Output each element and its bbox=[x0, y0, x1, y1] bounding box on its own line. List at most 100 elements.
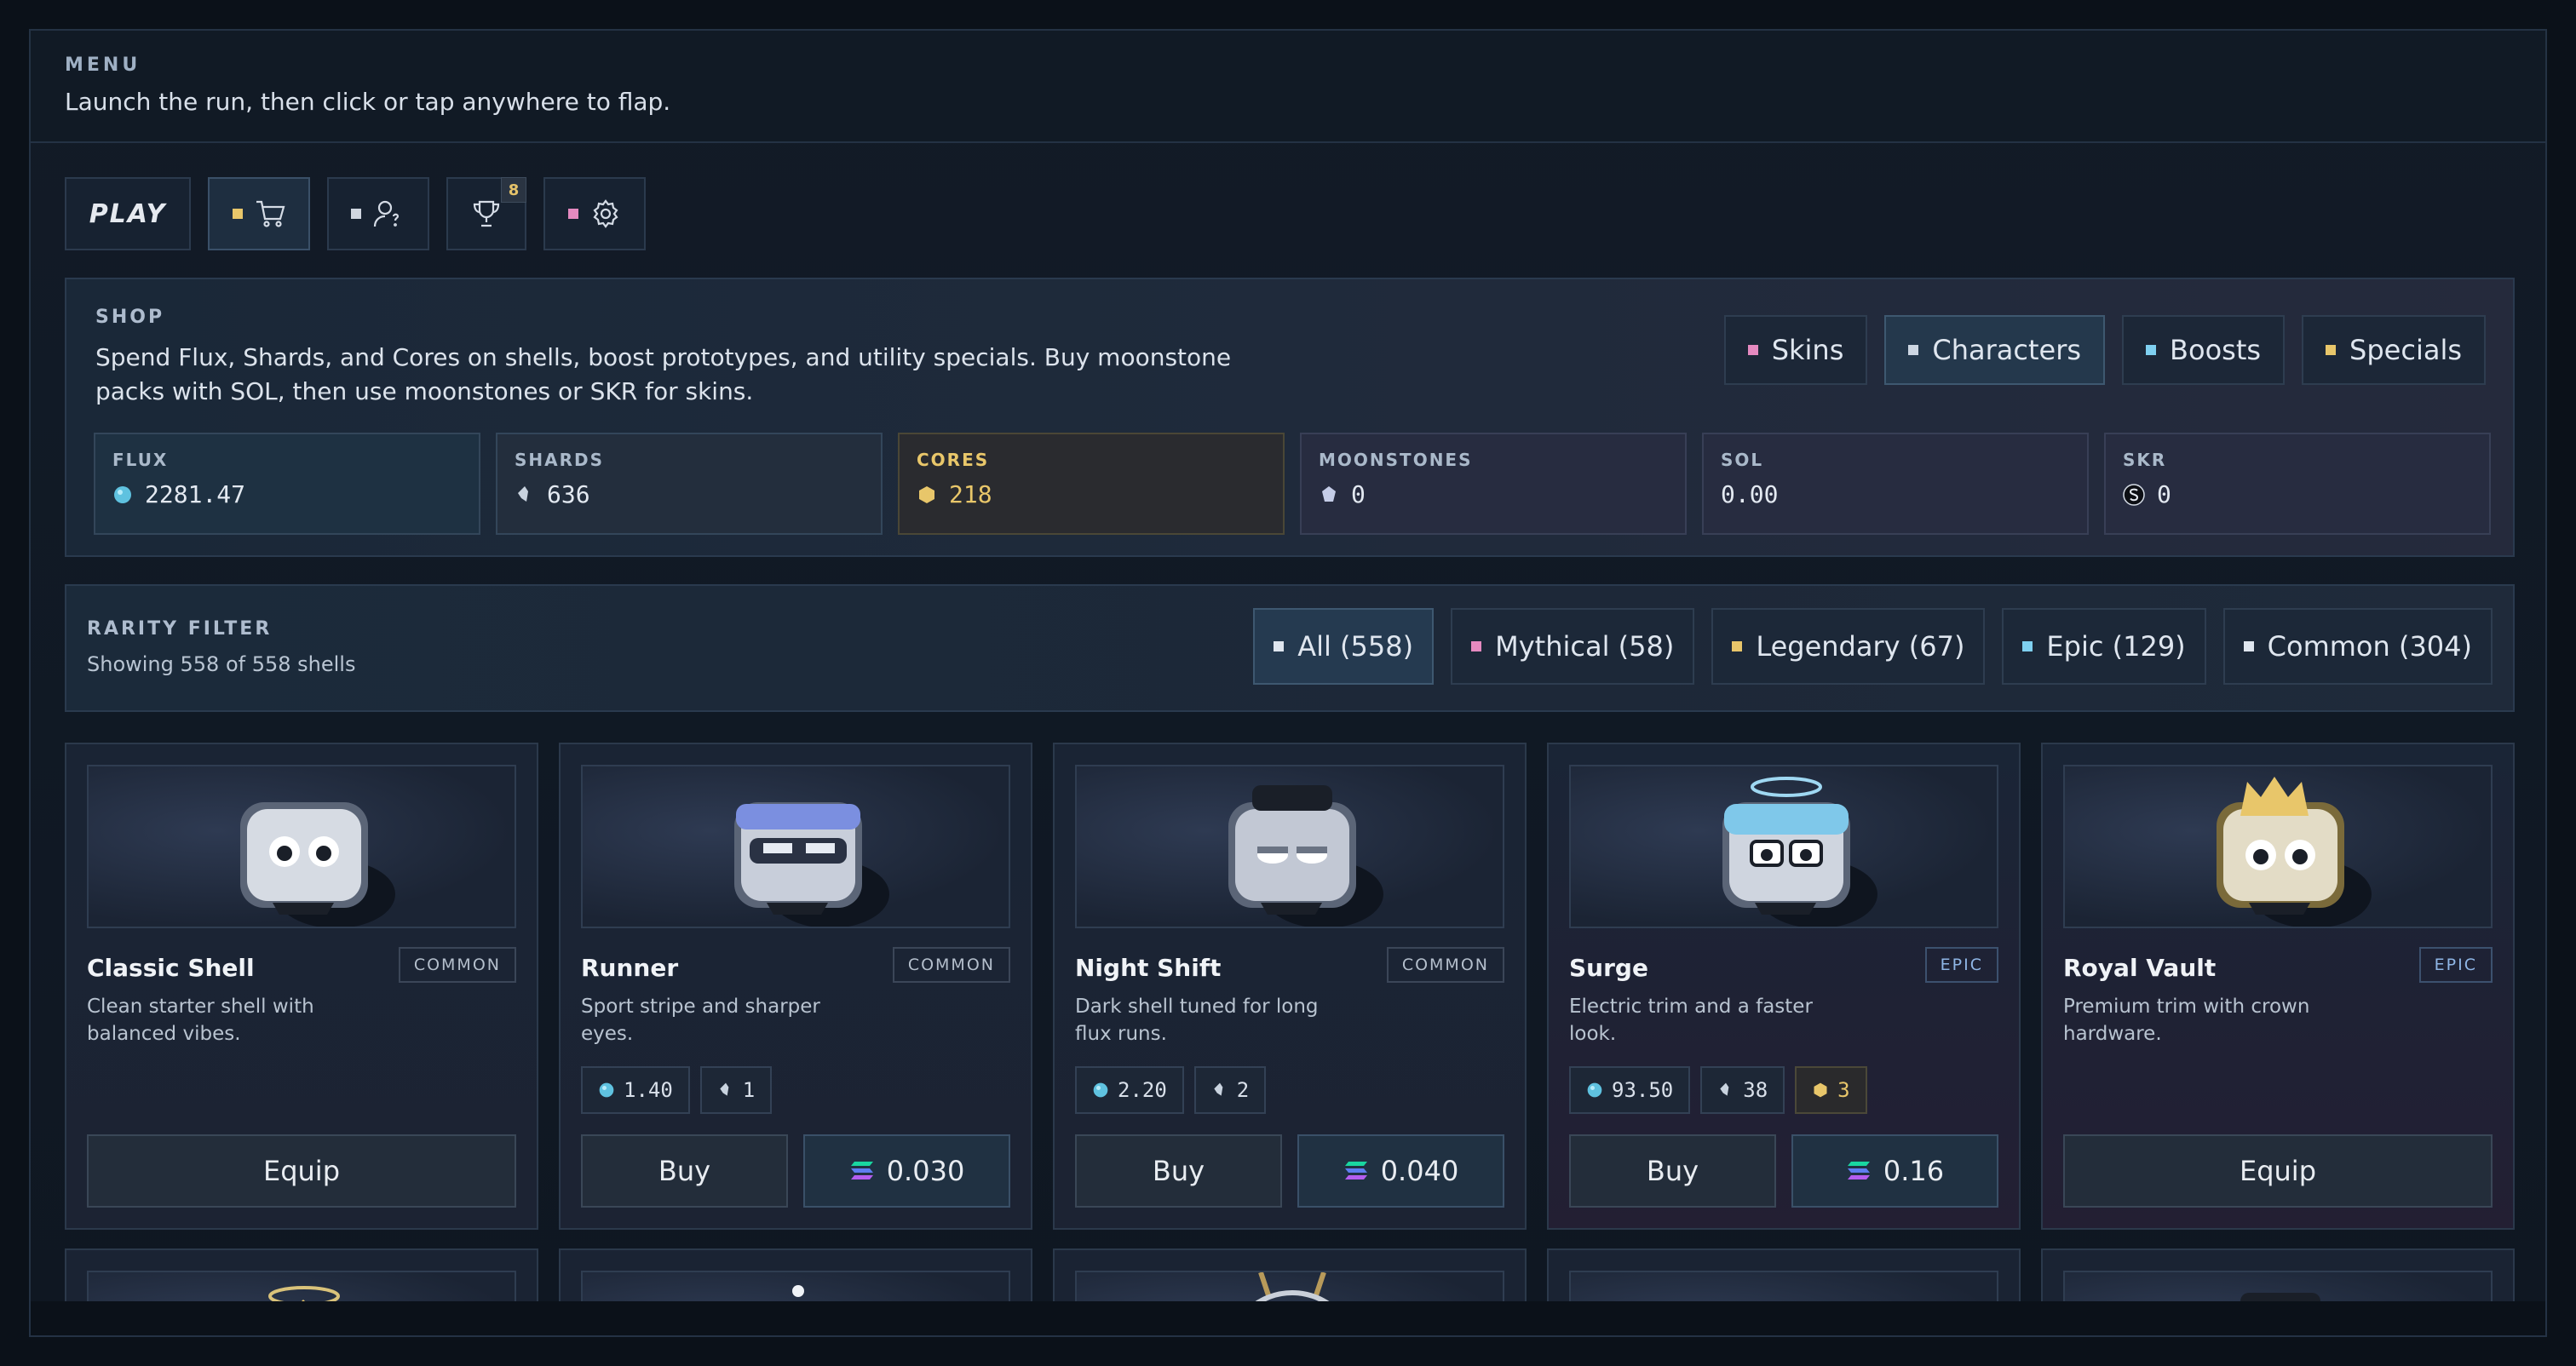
tab-label: Skins bbox=[1771, 334, 1844, 366]
rarity-tab-common[interactable]: Common (304) bbox=[2222, 608, 2493, 685]
currency-label: SKR bbox=[2123, 450, 2167, 470]
rarity-badge: COMMON bbox=[398, 947, 516, 983]
flux-icon bbox=[114, 485, 131, 503]
solana-icon bbox=[850, 1162, 873, 1179]
tab-indicator bbox=[1908, 345, 1919, 355]
rarity-tab-epic[interactable]: Epic (129) bbox=[2002, 608, 2206, 685]
shard-price: 1 bbox=[699, 1066, 773, 1114]
price-value: 3 bbox=[1837, 1078, 1850, 1102]
rarity-badge: EPIC bbox=[2418, 947, 2493, 983]
shell-card-runner[interactable]: Runner COMMON Sport stripe and sharper e… bbox=[559, 743, 1032, 1230]
currency-sol: SOL 0.00 bbox=[1702, 433, 2089, 535]
shard-price: 38 bbox=[1700, 1066, 1785, 1114]
rarity-tab-label: All (558) bbox=[1297, 630, 1414, 663]
sol-price: 0.040 bbox=[1380, 1155, 1459, 1187]
menu-kicker: MENU bbox=[65, 55, 141, 76]
tab-specials[interactable]: Specials bbox=[2302, 315, 2486, 385]
buy-button[interactable]: Buy bbox=[1569, 1134, 1776, 1208]
flux-icon bbox=[1093, 1082, 1108, 1098]
shell-preview bbox=[1569, 765, 1998, 928]
currency-value: 218 bbox=[949, 480, 992, 508]
toolbar: PLAY 8 bbox=[65, 177, 646, 250]
flux-price: 2.20 bbox=[1075, 1066, 1184, 1114]
solana-icon bbox=[1344, 1162, 1367, 1179]
shard-price: 2 bbox=[1193, 1066, 1267, 1114]
shard-icon bbox=[1214, 1082, 1223, 1096]
currency-value: 636 bbox=[547, 480, 590, 508]
currency-value: 2281.47 bbox=[145, 480, 246, 508]
core-icon bbox=[1814, 1082, 1827, 1098]
price-value: 38 bbox=[1743, 1078, 1768, 1102]
settings-indicator bbox=[568, 209, 578, 219]
shell-grid: Classic Shell COMMON Clean starter shell… bbox=[65, 743, 2515, 1230]
shell-description: Clean starter shell with balanced vibes. bbox=[87, 996, 314, 1045]
rarity-indicator bbox=[1274, 641, 1285, 651]
core-icon bbox=[919, 485, 934, 503]
currency-label: CORES bbox=[917, 450, 990, 470]
shop-indicator bbox=[233, 209, 243, 219]
buy-with-sol-button[interactable]: 0.16 bbox=[1791, 1134, 1998, 1208]
shell-name: Royal Vault bbox=[2063, 954, 2217, 982]
rarity-tab-mythical[interactable]: Mythical (58) bbox=[1451, 608, 1695, 685]
cart-icon bbox=[256, 200, 285, 227]
sol-price: 0.16 bbox=[1883, 1155, 1945, 1187]
price-value: 2 bbox=[1236, 1078, 1250, 1102]
game-frame: MENU Launch the run, then click or tap a… bbox=[29, 29, 2547, 1337]
buy-with-sol-button[interactable]: 0.030 bbox=[803, 1134, 1010, 1208]
menu-description: Launch the run, then click or tap anywhe… bbox=[65, 88, 671, 116]
settings-button[interactable] bbox=[543, 177, 646, 250]
shell-card-royal-vault[interactable]: Royal Vault EPIC Premium trim with crown… bbox=[2041, 743, 2515, 1230]
tab-boosts[interactable]: Boosts bbox=[2122, 315, 2286, 385]
profile-indicator bbox=[351, 209, 361, 219]
tab-label: Specials bbox=[2349, 334, 2462, 366]
rarity-badge: COMMON bbox=[892, 947, 1010, 983]
shell-card-surge[interactable]: Surge EPIC Electric trim and a faster lo… bbox=[1547, 743, 2021, 1230]
equip-button[interactable]: Equip bbox=[87, 1134, 516, 1208]
tab-skins[interactable]: Skins bbox=[1723, 315, 1868, 385]
profile-button[interactable] bbox=[327, 177, 429, 250]
rarity-indicator bbox=[1471, 641, 1482, 651]
rarity-tab-all[interactable]: All (558) bbox=[1253, 608, 1435, 685]
shell-description: Premium trim with crown hardware. bbox=[2063, 996, 2310, 1045]
shell-card-night-shift[interactable]: Night Shift COMMON Dark shell tuned for … bbox=[1053, 743, 1527, 1230]
shard-icon bbox=[1720, 1082, 1729, 1096]
buy-button[interactable]: Buy bbox=[1075, 1134, 1282, 1208]
rarity-filter-panel: RARITY FILTER Showing 558 of 558 shells … bbox=[65, 584, 2515, 712]
buy-with-sol-button[interactable]: 0.040 bbox=[1297, 1134, 1504, 1208]
robot-avatar-icon bbox=[1722, 777, 1877, 927]
shell-name: Night Shift bbox=[1075, 954, 1222, 982]
flux-price: 93.50 bbox=[1569, 1066, 1691, 1114]
shop-description: Spend Flux, Shards, and Cores on shells,… bbox=[95, 343, 1232, 405]
rarity-indicator bbox=[1732, 641, 1743, 651]
tab-characters[interactable]: Characters bbox=[1884, 315, 2106, 385]
tab-indicator bbox=[2326, 345, 2337, 355]
shell-card-classic[interactable]: Classic Shell COMMON Clean starter shell… bbox=[65, 743, 538, 1230]
rarity-tab-label: Common (304) bbox=[2267, 630, 2472, 663]
rarity-tab-legendary[interactable]: Legendary (67) bbox=[1711, 608, 1986, 685]
shop-button[interactable] bbox=[208, 177, 310, 250]
currency-value: 0.00 bbox=[1721, 480, 1779, 508]
user-question-icon bbox=[373, 200, 400, 227]
shard-icon bbox=[720, 1082, 729, 1096]
rarity-tabs: All (558) Mythical (58) Legendary (67) E… bbox=[1253, 608, 2493, 685]
flux-icon bbox=[599, 1082, 614, 1098]
shop-kicker: SHOP bbox=[95, 307, 165, 328]
equip-button[interactable]: Equip bbox=[2063, 1134, 2493, 1208]
achievements-button[interactable]: 8 bbox=[446, 177, 526, 250]
rarity-tab-label: Epic (129) bbox=[2046, 630, 2186, 663]
sol-price: 0.030 bbox=[886, 1155, 965, 1187]
moonstone-icon bbox=[1322, 485, 1336, 502]
bottom-bar bbox=[31, 1301, 2545, 1335]
play-button[interactable]: PLAY bbox=[65, 177, 191, 250]
tab-label: Boosts bbox=[2170, 334, 2262, 366]
core-price: 3 bbox=[1795, 1066, 1867, 1114]
shell-name: Surge bbox=[1569, 954, 1648, 982]
rarity-indicator bbox=[2022, 641, 2033, 651]
shell-preview bbox=[87, 765, 516, 928]
buy-button[interactable]: Buy bbox=[581, 1134, 788, 1208]
currency-flux: FLUX 2281.47 bbox=[94, 433, 480, 535]
trophy-icon bbox=[473, 200, 500, 227]
robot-avatar-icon bbox=[734, 802, 889, 927]
rarity-badge: EPIC bbox=[1924, 947, 1998, 983]
achievements-badge: 8 bbox=[501, 177, 526, 203]
